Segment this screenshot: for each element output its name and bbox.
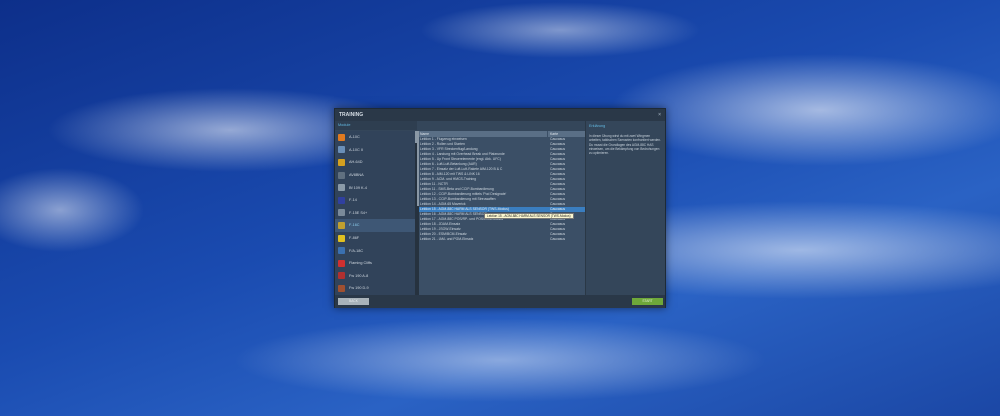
module-icon — [338, 234, 345, 242]
module-icon — [338, 158, 345, 166]
module-label: F-86F — [349, 236, 360, 241]
module-item[interactable]: AV8BNA — [335, 169, 415, 182]
module-label: Bf 109 K-4 — [349, 185, 367, 190]
module-label: A-10C — [349, 135, 360, 140]
module-label: Flaming Cliffs — [349, 261, 372, 266]
module-label: Fw 190 D-9 — [349, 286, 369, 291]
module-label: F-14 — [349, 198, 357, 203]
module-item[interactable]: F/A-18C — [335, 244, 415, 257]
description-panel: Erklärung In dieser Übung wirst du mit z… — [585, 121, 665, 295]
module-icon — [338, 196, 345, 204]
description-title: Erklärung — [589, 124, 606, 128]
description-text: In dieser Übung wirst du mit zwei Wingme… — [589, 134, 661, 156]
start-button[interactable]: START — [632, 298, 663, 305]
module-label: F-16C — [349, 223, 360, 228]
training-dialog: TRAINING × Module A-10C A-10C II AH-64D AV8… — [334, 108, 666, 308]
module-item[interactable]: F-14 — [335, 194, 415, 207]
tooltip: Lektion 15 - AGM-88C HARM ALS SENSOR (TW… — [484, 213, 574, 219]
module-label: Fw 190 A-8 — [349, 273, 369, 278]
module-item[interactable]: A-10C II — [335, 144, 415, 157]
module-icon — [338, 259, 345, 267]
back-button[interactable]: BACK — [338, 298, 369, 305]
close-icon[interactable]: × — [658, 109, 661, 121]
modules-header: Module — [335, 121, 417, 130]
module-item[interactable]: F-16C — [335, 219, 415, 232]
module-item[interactable]: AH-64D — [335, 156, 415, 169]
module-icon — [338, 247, 345, 255]
module-item[interactable]: Fw 190 D-9 — [335, 282, 415, 295]
module-label: A-10C II — [349, 147, 363, 152]
footer: BACK START — [335, 295, 665, 308]
module-item[interactable]: A-10C — [335, 131, 415, 144]
module-item[interactable]: F-15E S4+ — [335, 207, 415, 220]
table-row[interactable]: Lektion 21 - IAM- und PGM-Einsatz Caucasu… — [417, 237, 585, 242]
module-icon — [338, 171, 345, 179]
module-item[interactable]: Fw 190 A-8 — [335, 270, 415, 283]
module-icon — [338, 209, 345, 217]
lesson-map: Caucasus — [550, 237, 566, 241]
module-label: AV8BNA — [349, 173, 364, 178]
module-item[interactable]: Flaming Cliffs — [335, 257, 415, 270]
module-item[interactable]: Bf 109 K-4 — [335, 181, 415, 194]
title-bar: TRAINING × — [335, 109, 665, 121]
module-icon — [338, 221, 345, 229]
module-label: F-15E S4+ — [349, 210, 368, 215]
module-icon — [338, 272, 345, 280]
module-icon — [338, 184, 345, 192]
module-label: F/A-18C — [349, 248, 364, 253]
module-label: AH-64D — [349, 160, 363, 165]
lesson-table: Name Karte Lektion 1 - Flugzeug einweise… — [417, 131, 585, 295]
dialog-title: TRAINING — [339, 112, 364, 118]
module-icon — [338, 133, 345, 141]
module-icon — [338, 146, 345, 154]
module-list: A-10C A-10C II AH-64D AV8BNA Bf 109 K-4 F-14 F… — [335, 131, 415, 295]
table-scrollbar[interactable] — [417, 131, 419, 295]
module-item[interactable]: F-86F — [335, 232, 415, 245]
lesson-name: Lektion 21 - IAM- und PGM-Einsatz — [420, 237, 474, 241]
module-icon — [338, 284, 345, 292]
